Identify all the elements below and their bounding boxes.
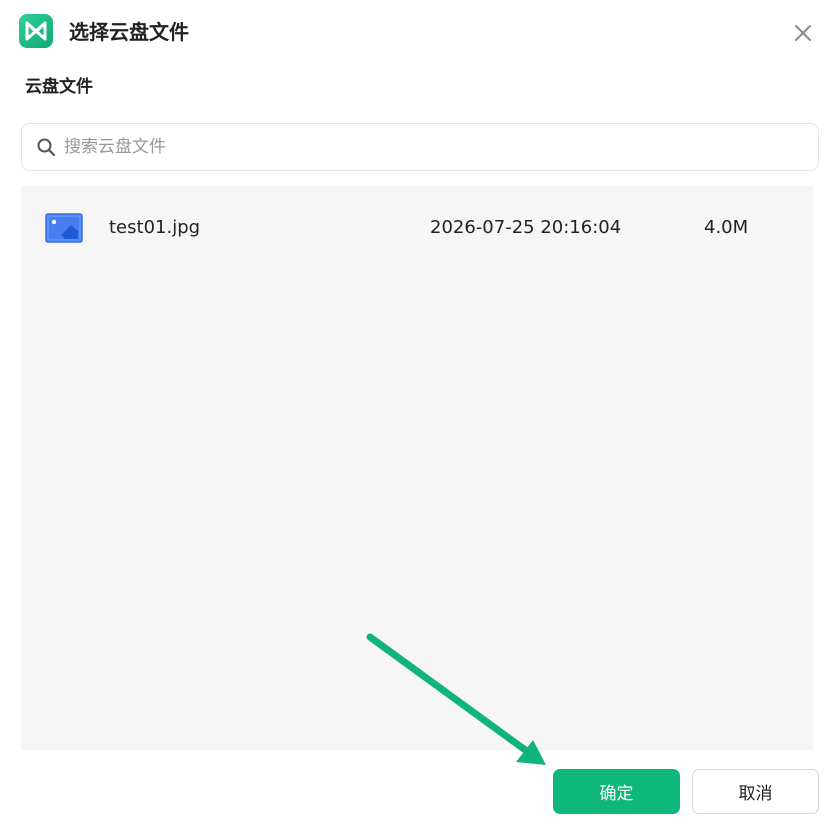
image-file-icon [45,213,83,243]
close-button[interactable] [788,18,818,48]
file-list: test01.jpg 2026-07-25 20:16:04 4.0M [21,186,813,750]
confirm-button[interactable]: 确定 [553,769,680,814]
file-size: 4.0M [704,217,749,238]
search-input[interactable] [64,130,804,164]
file-row[interactable]: test01.jpg 2026-07-25 20:16:04 4.0M [21,206,813,250]
search-box[interactable] [21,123,819,171]
dialog-titlebar: 选择云盘文件 [0,0,840,66]
section-label: 云盘文件 [25,77,93,97]
search-icon [37,138,56,157]
file-modified-date: 2026-07-25 20:16:04 [430,217,622,238]
cancel-button[interactable]: 取消 [692,769,819,814]
file-name: test01.jpg [109,217,201,238]
close-icon [795,25,811,41]
select-cloud-file-dialog: 选择云盘文件 云盘文件 test01.jpg 2026-07-25 20:16:… [0,0,840,840]
dialog-title: 选择云盘文件 [69,20,189,44]
app-logo-icon [19,14,53,48]
